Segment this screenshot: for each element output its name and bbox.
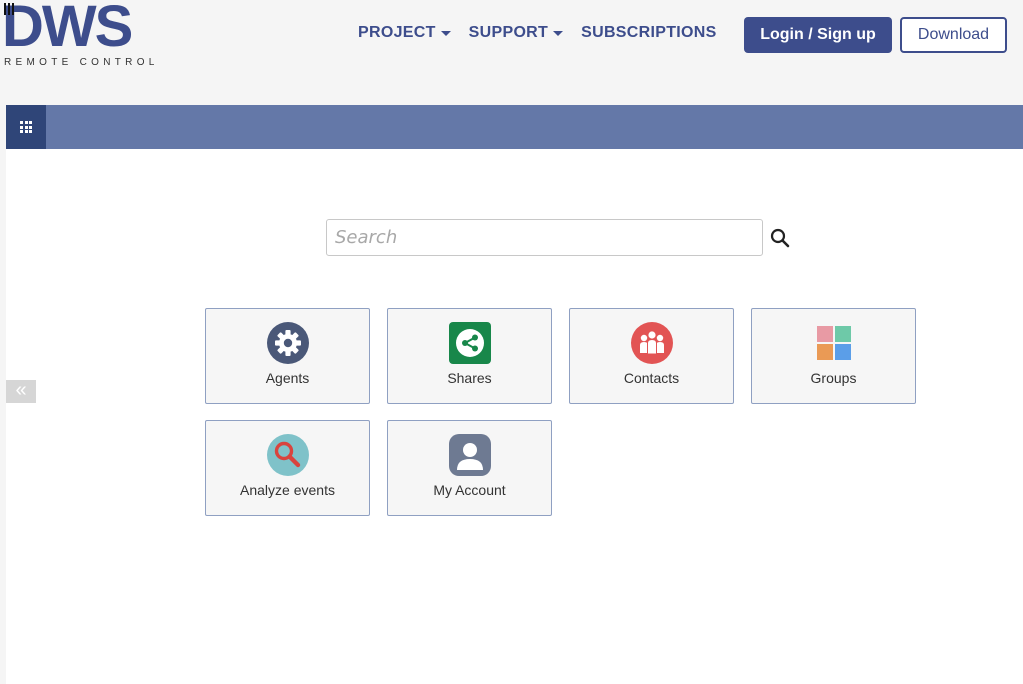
logo[interactable]: DWS REMOTE CONTROL bbox=[0, 0, 190, 72]
search-icon[interactable] bbox=[769, 227, 791, 249]
tile-label: Analyze events bbox=[240, 482, 335, 498]
chevron-down-icon bbox=[440, 30, 451, 36]
logo-tagline: REMOTE CONTROL bbox=[4, 57, 159, 68]
tile-label: Shares bbox=[447, 370, 492, 386]
magnifier-icon bbox=[267, 434, 309, 476]
tile-label: Agents bbox=[265, 370, 310, 386]
tile-shares[interactable]: Shares bbox=[387, 308, 552, 404]
tile-label: My Account bbox=[433, 482, 506, 498]
app-toolbar bbox=[6, 105, 1023, 149]
nav-item-label: PROJECT bbox=[358, 24, 436, 41]
nav-item-support[interactable]: SUPPORT bbox=[468, 24, 564, 42]
search-input[interactable] bbox=[326, 219, 763, 256]
site-header: DWS REMOTE CONTROL PROJECT SUPPORT SUBSC… bbox=[0, 0, 1023, 80]
contacts-icon bbox=[631, 322, 673, 364]
header-divider bbox=[0, 80, 1023, 105]
nav-item-subscriptions[interactable]: SUBSCRIPTIONS bbox=[581, 24, 716, 42]
logo-bars-icon bbox=[4, 2, 18, 15]
tile-my-account[interactable]: My Account bbox=[387, 420, 552, 516]
tile-groups[interactable]: Groups bbox=[751, 308, 916, 404]
share-icon bbox=[449, 322, 491, 364]
nav-item-label: SUBSCRIPTIONS bbox=[581, 24, 717, 41]
nav-item-project[interactable]: PROJECT bbox=[358, 24, 451, 42]
tile-label: Contacts bbox=[623, 370, 680, 386]
tile-label: Groups bbox=[810, 370, 857, 386]
main-nav: PROJECT SUPPORT SUBSCRIPTIONS bbox=[358, 24, 717, 42]
grid-icon bbox=[20, 121, 32, 133]
app-panel: « Agents bbox=[6, 105, 1023, 684]
user-icon bbox=[449, 434, 491, 476]
sidebar-toggle-button[interactable]: « bbox=[6, 380, 36, 403]
nav-item-label: SUPPORT bbox=[468, 24, 549, 41]
tile-contacts[interactable]: Contacts bbox=[569, 308, 734, 404]
tile-agents[interactable]: Agents bbox=[205, 308, 370, 404]
chevron-down-icon bbox=[553, 30, 564, 36]
gear-icon bbox=[267, 322, 309, 364]
tile-analyze-events[interactable]: Analyze events bbox=[205, 420, 370, 516]
logo-mark: DWS bbox=[2, 0, 132, 54]
groups-icon bbox=[817, 326, 851, 360]
login-signup-button[interactable]: Login / Sign up bbox=[744, 17, 892, 53]
app-menu-button[interactable] bbox=[6, 105, 46, 149]
download-button[interactable]: Download bbox=[900, 17, 1007, 53]
